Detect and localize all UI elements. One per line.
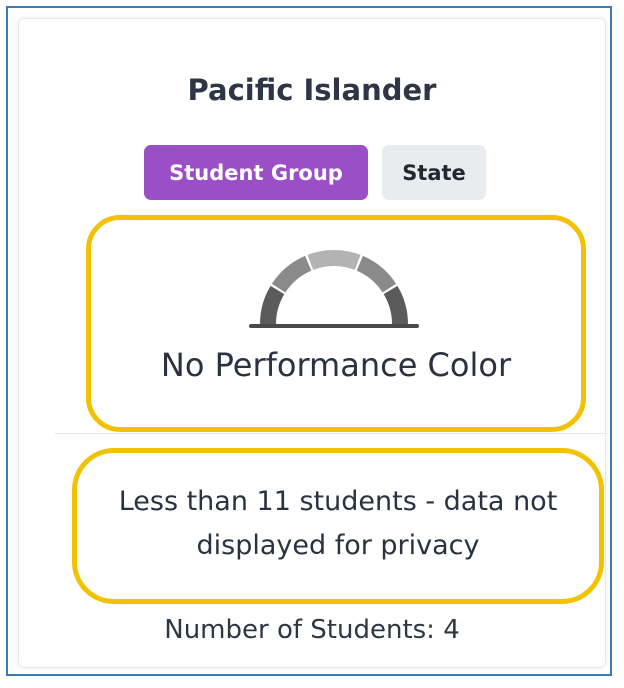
screenshot-frame: Pacific Islander Student Group State No … (6, 6, 612, 676)
privacy-message: Less than 11 students - data not display… (118, 486, 558, 561)
gauge-segment-2 (271, 255, 312, 293)
student-group-card: Pacific Islander Student Group State No … (18, 18, 607, 668)
gauge-segment-5 (383, 285, 408, 324)
view-toggle: Student Group State (19, 145, 605, 200)
tab-state[interactable]: State (382, 145, 486, 200)
performance-color-label: No Performance Color (160, 346, 512, 384)
privacy-highlight-box: Less than 11 students - data not display… (72, 448, 604, 604)
gauge-segment-1 (260, 285, 285, 324)
tab-student-group[interactable]: Student Group (144, 145, 368, 200)
gauge-segment-3 (307, 249, 361, 270)
section-divider (55, 433, 607, 434)
gauge-icon (249, 249, 419, 328)
performance-highlight-box: No Performance Color (86, 215, 586, 432)
gauge-segment-4 (356, 255, 397, 293)
student-count: Number of Students: 4 (164, 615, 460, 645)
card-title: Pacific Islander (187, 73, 437, 107)
